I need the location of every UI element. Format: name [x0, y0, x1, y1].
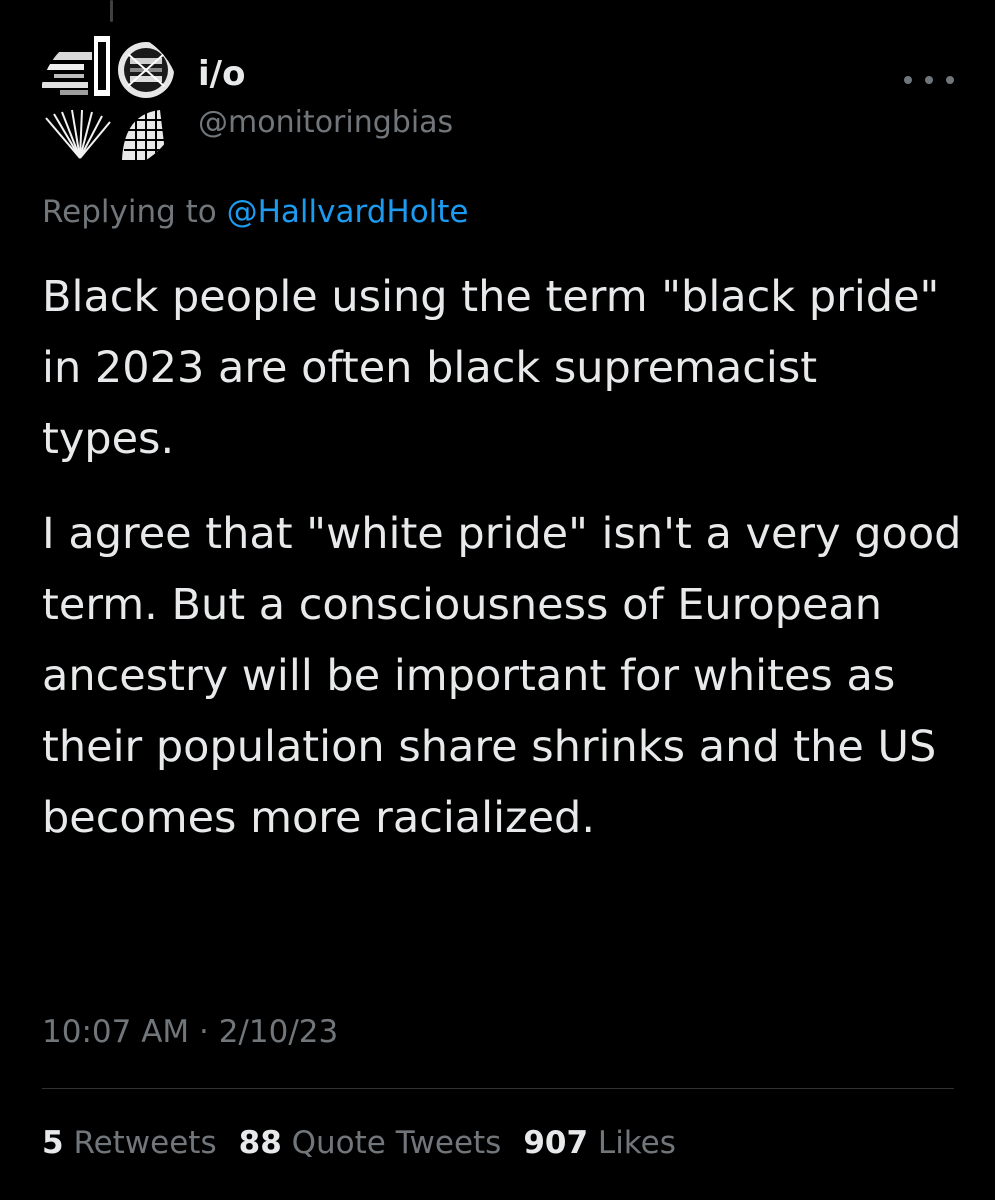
- reply-mention-link[interactable]: @HallvardHolte: [227, 194, 469, 230]
- likes-label: Likes: [597, 1125, 676, 1161]
- more-options-button[interactable]: [904, 70, 954, 90]
- abstract-monochrome-avatar-icon: [40, 30, 180, 170]
- divider: [42, 1088, 954, 1089]
- thread-connector-line: [110, 0, 113, 22]
- tweet-timestamp[interactable]: 10:07 AM · 2/10/23: [42, 1010, 338, 1054]
- reply-context-prefix: Replying to: [42, 194, 227, 230]
- tweet-paragraph: I agree that "white pride" isn't a very …: [42, 509, 962, 843]
- avatar[interactable]: [40, 30, 180, 170]
- author-handle[interactable]: @monitoringbias: [198, 102, 453, 144]
- reply-context: Replying to @HallvardHolte: [42, 190, 469, 234]
- more-horizontal-icon-dot: [946, 76, 954, 84]
- quote-tweets-stat[interactable]: 88 Quote Tweets: [239, 1120, 502, 1166]
- tweet-text: Black people using the term "black pride…: [42, 262, 962, 854]
- more-horizontal-icon-dot: [904, 76, 912, 84]
- tweet-header: i/o @monitoringbias: [40, 30, 960, 170]
- author-display-name[interactable]: i/o: [198, 52, 453, 96]
- more-horizontal-icon-dot: [925, 76, 933, 84]
- likes-stat[interactable]: 907 Likes: [523, 1120, 676, 1166]
- tweet-paragraph: Black people using the term "black pride…: [42, 272, 940, 464]
- quote-tweets-count: 88: [238, 1125, 282, 1161]
- tweet-stats: 5 Retweets 88 Quote Tweets 907 Likes: [42, 1120, 698, 1166]
- retweets-label: Retweets: [73, 1125, 217, 1161]
- likes-count: 907: [523, 1125, 589, 1161]
- retweets-stat[interactable]: 5 Retweets: [42, 1120, 217, 1166]
- author-names: i/o @monitoringbias: [198, 52, 453, 144]
- retweets-count: 5: [42, 1125, 64, 1161]
- quote-tweets-label: Quote Tweets: [291, 1125, 502, 1161]
